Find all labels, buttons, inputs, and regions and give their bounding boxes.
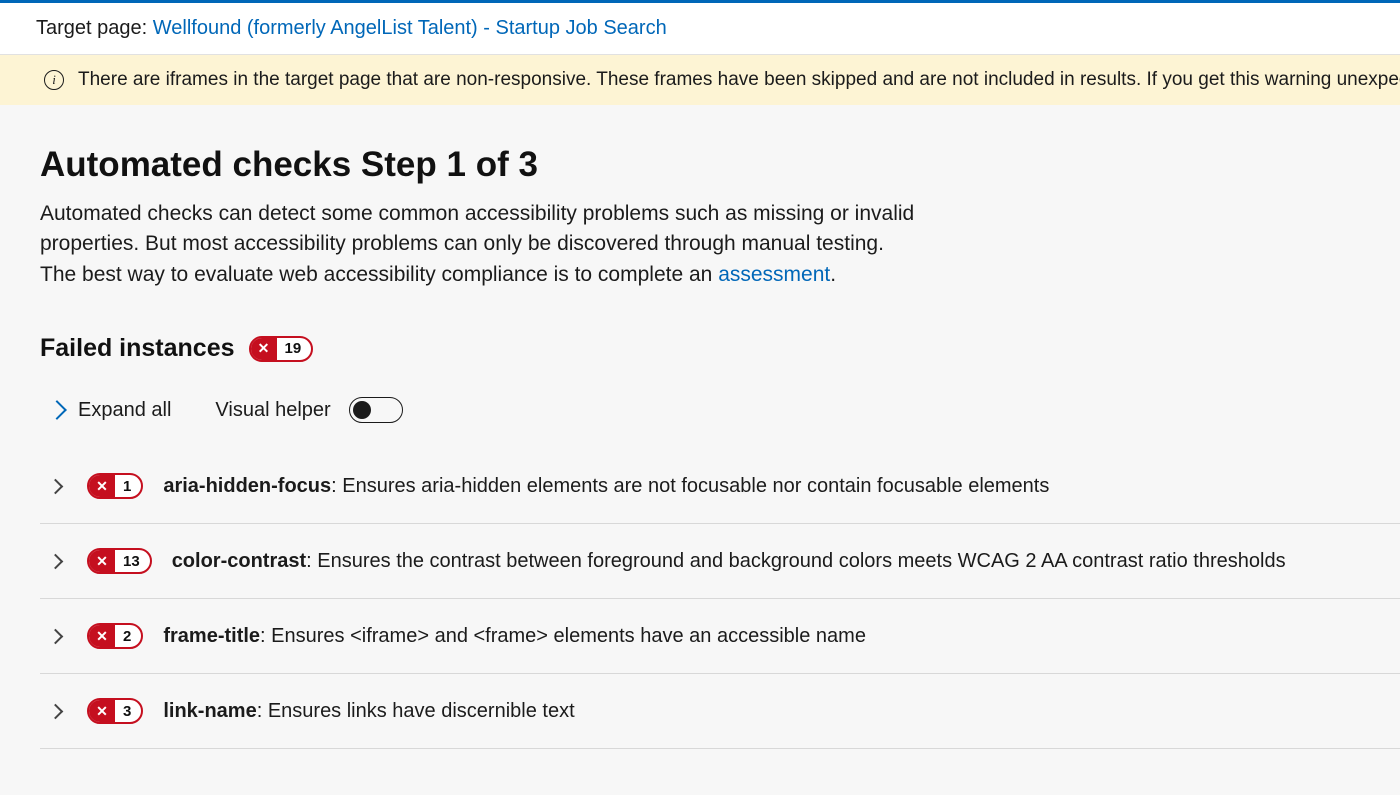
rule-text: frame-title: Ensures <iframe> and <frame… <box>163 625 866 648</box>
visual-helper-label: Visual helper <box>215 399 330 422</box>
failed-total-badge: ✕ 19 <box>249 336 314 362</box>
rule-item[interactable]: ✕1 aria-hidden-focus: Ensures aria-hidden… <box>40 449 1400 524</box>
x-icon: ✕ <box>89 475 115 497</box>
rule-count: 13 <box>115 553 150 570</box>
chevron-right-icon <box>48 629 64 645</box>
rule-text: color-contrast: Ensures the contrast bet… <box>172 550 1286 573</box>
x-icon: ✕ <box>251 338 277 360</box>
failed-total-count: 19 <box>277 340 312 357</box>
rule-desc: : Ensures the contrast between foregroun… <box>306 550 1285 572</box>
rule-desc: : Ensures <iframe> and <frame> elements … <box>260 625 866 647</box>
warning-text: There are iframes in the target page tha… <box>78 69 1400 91</box>
rule-item[interactable]: ✕3 link-name: Ensures links have discerni… <box>40 674 1400 749</box>
x-icon: ✕ <box>89 550 115 572</box>
rule-desc: : Ensures links have discernible text <box>257 700 575 722</box>
rule-name: link-name <box>163 700 256 722</box>
visual-helper-control: Visual helper <box>215 397 402 423</box>
rule-count-badge: ✕13 <box>87 548 152 574</box>
toggle-knob <box>353 401 371 419</box>
rule-count: 2 <box>115 628 141 645</box>
chevron-right-icon <box>48 554 64 570</box>
rule-name: color-contrast <box>172 550 306 572</box>
rule-count-badge: ✕1 <box>87 473 143 499</box>
rule-count: 1 <box>115 478 141 495</box>
description-text-end: . <box>830 263 836 286</box>
controls-row: Expand all Visual helper <box>40 397 1400 423</box>
expand-all-label: Expand all <box>78 399 171 422</box>
rule-list: ✕1aria-hidden-focus: Ensures aria-hidden… <box>40 449 1400 749</box>
x-icon: ✕ <box>89 625 115 647</box>
rule-text: link-name: Ensures links have discernibl… <box>163 700 574 723</box>
page-title: Automated checks Step 1 of 3 <box>40 145 1400 185</box>
rule-name: aria-hidden-focus <box>163 475 331 497</box>
target-page-link[interactable]: Wellfound (formerly AngelList Talent) - … <box>153 17 667 39</box>
rule-item[interactable]: ✕2 frame-title: Ensures <iframe> and <fra… <box>40 599 1400 674</box>
rule-desc: : Ensures aria-hidden elements are not f… <box>331 475 1049 497</box>
page-description: Automated checks can detect some common … <box>40 199 920 290</box>
target-page-label: Target page: <box>36 17 153 39</box>
rule-count-badge: ✕3 <box>87 698 143 724</box>
info-icon: i <box>44 70 64 90</box>
failed-instances-label: Failed instances <box>40 334 235 363</box>
target-page-bar: Target page: Wellfound (formerly AngelLi… <box>0 3 1400 55</box>
rule-item[interactable]: ✕13 color-contrast: Ensures the contrast … <box>40 524 1400 599</box>
rule-count: 3 <box>115 703 141 720</box>
chevron-right-icon <box>47 400 67 420</box>
rule-count-badge: ✕2 <box>87 623 143 649</box>
rule-name: frame-title <box>163 625 260 647</box>
main-content: Automated checks Step 1 of 3 Automated c… <box>0 105 1400 795</box>
x-icon: ✕ <box>89 700 115 722</box>
visual-helper-toggle[interactable] <box>349 397 403 423</box>
chevron-right-icon <box>48 479 64 495</box>
failed-instances-header: Failed instances ✕ 19 <box>40 334 1400 363</box>
assessment-link[interactable]: assessment <box>718 263 830 286</box>
expand-all-button[interactable]: Expand all <box>50 399 171 422</box>
warning-banner: i There are iframes in the target page t… <box>0 55 1400 105</box>
chevron-right-icon <box>48 704 64 720</box>
rule-text: aria-hidden-focus: Ensures aria-hidden e… <box>163 475 1049 498</box>
